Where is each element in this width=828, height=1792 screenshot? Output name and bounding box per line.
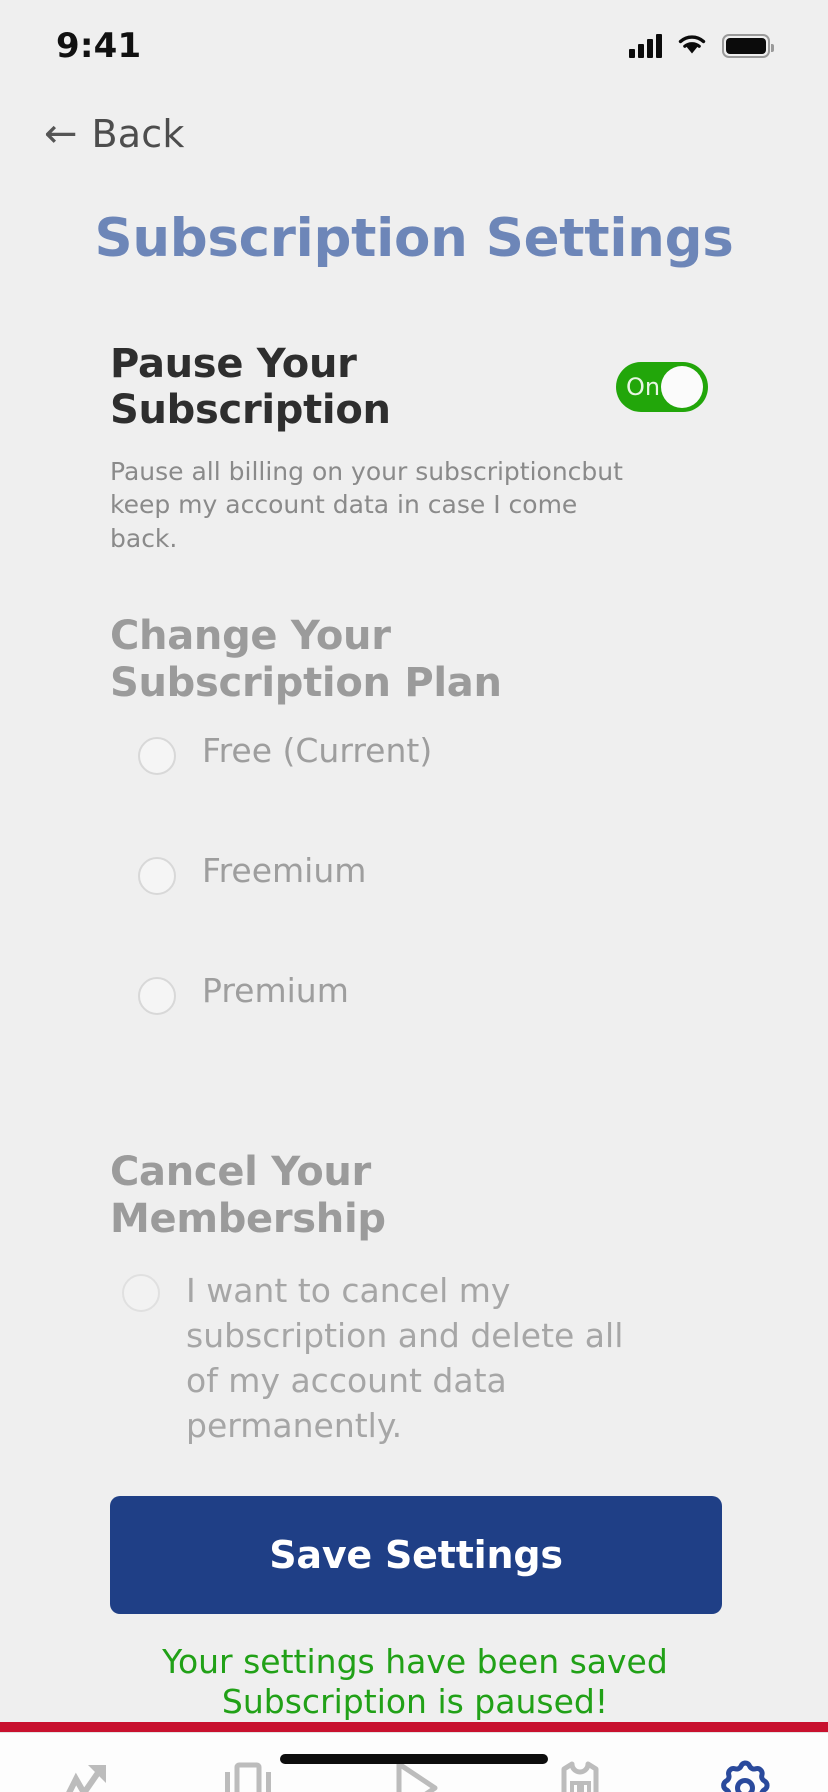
plan-option-label: Freemium [202, 851, 367, 891]
cancel-options-list: I want to cancel my subscription and del… [110, 1268, 720, 1449]
battery-icon [722, 34, 774, 58]
plan-option-label: Free (Current) [202, 731, 433, 771]
status-bar: 9:41 [0, 0, 828, 92]
back-button-label: Back [91, 112, 185, 156]
plan-option-freemium[interactable]: Freemium [138, 851, 720, 971]
radio-icon[interactable] [122, 1273, 160, 1312]
tabbar-accent-bar [0, 1721, 828, 1732]
home-indicator [280, 1754, 548, 1764]
status-time: 9:41 [56, 26, 142, 66]
cancel-membership-option-label: I want to cancel my subscription and del… [186, 1270, 624, 1446]
page-title: Subscription Settings [94, 208, 734, 269]
plan-option-premium[interactable]: Premium [138, 971, 720, 1091]
save-status-message: Your settings have been saved Subscripti… [110, 1642, 720, 1721]
pause-subscription-description: Pause all billing on your subscriptioncb… [110, 457, 623, 553]
settings-sections: Pause Your Subscription On Pause all bil… [0, 341, 828, 1722]
radio-icon[interactable] [138, 977, 176, 1016]
pause-subscription-toggle[interactable]: On [616, 362, 708, 412]
radio-icon[interactable] [138, 857, 176, 896]
stories-cards-icon [217, 1755, 279, 1792]
pause-subscription-title: Pause Your Subscription [110, 341, 391, 433]
save-status-line-2: Subscription is paused! [221, 1681, 609, 1721]
plan-options-list: Free (Current) Freemium Premium [110, 731, 720, 1091]
cancel-membership-option[interactable]: I want to cancel my subscription and del… [122, 1268, 720, 1449]
wifi-icon [676, 32, 708, 60]
cancel-membership-heading: Cancel Your Membership [110, 1149, 386, 1243]
radio-icon[interactable] [138, 737, 176, 776]
back-button[interactable]: ← Back [0, 92, 828, 156]
jersey-icon [549, 1755, 611, 1792]
pause-subscription-row: Pause Your Subscription On [110, 341, 720, 433]
status-icons [629, 32, 774, 60]
toggle-state-label: On [626, 373, 661, 401]
plan-option-free[interactable]: Free (Current) [138, 731, 720, 851]
plan-option-label: Premium [202, 971, 349, 1011]
main-content: Subscription Settings Pause Your Subscri… [0, 156, 828, 1722]
cellular-signal-icon [629, 34, 662, 58]
change-plan-heading: Change Your Subscription Plan [110, 612, 502, 706]
save-settings-button[interactable]: Save Settings [110, 1496, 722, 1615]
arrow-left-icon: ← [44, 111, 78, 157]
tab-settings[interactable]: Settings [670, 1755, 820, 1792]
trending-up-icon [52, 1755, 114, 1792]
gear-icon [714, 1755, 776, 1792]
tab-trending[interactable]: Trending [8, 1755, 158, 1792]
save-status-line-1: Your settings have been saved [162, 1642, 668, 1682]
toggle-knob [661, 366, 703, 408]
app-screen: 9:41 ← Back Subscription Settings Pause … [0, 0, 828, 1792]
